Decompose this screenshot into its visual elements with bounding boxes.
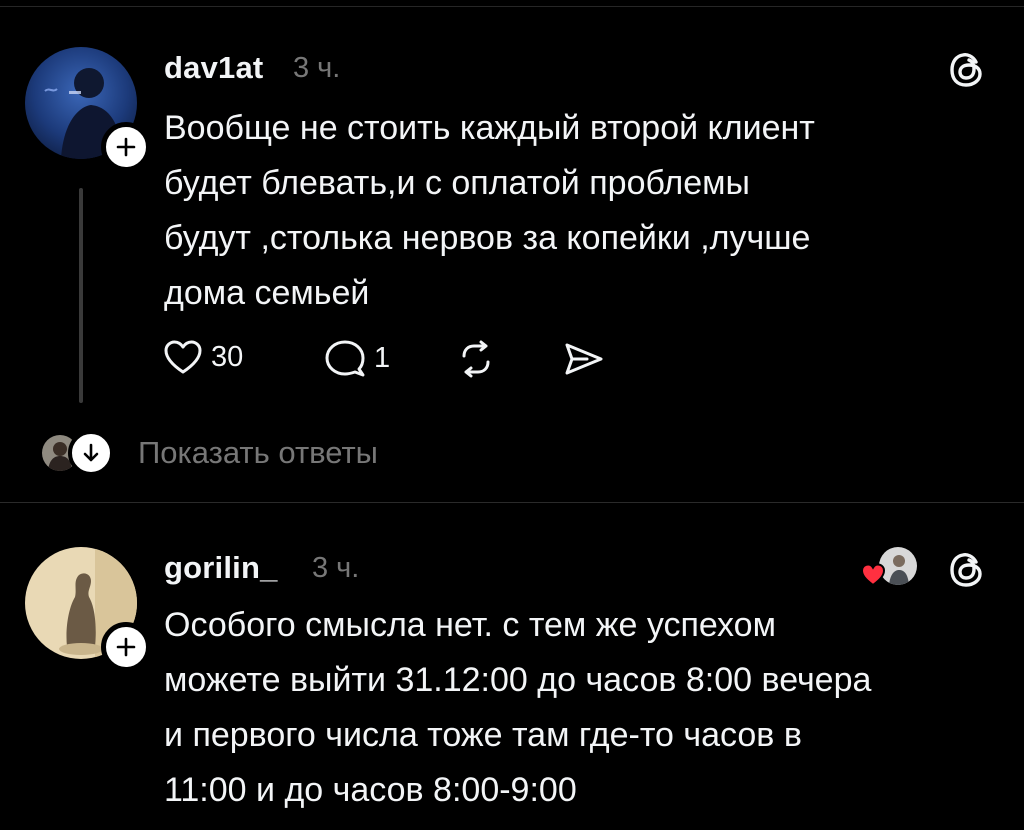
repost-icon [462, 340, 490, 378]
post-time: 3 ч. [293, 52, 341, 84]
follow-button[interactable] [101, 622, 151, 672]
post-text: Особого смысла нет. с тем же успехом мож… [164, 606, 872, 809]
expand-replies-button[interactable] [68, 430, 114, 476]
comment-button[interactable]: 1 [324, 338, 390, 378]
username[interactable]: dav1at [164, 50, 263, 86]
share-icon [565, 343, 603, 375]
comment-icon [325, 340, 365, 377]
share-button[interactable] [563, 340, 605, 378]
plus-icon [116, 637, 136, 657]
post-time: 3 ч. [312, 552, 360, 584]
comment-count: 1 [374, 341, 391, 374]
post: dav1at 3 ч. Вообще не стоить каждый втор… [0, 0, 1024, 500]
username[interactable]: gorilin_ [164, 550, 278, 586]
plus-icon [116, 137, 136, 157]
arrow-down-icon [83, 443, 99, 462]
like-count: 30 [211, 340, 244, 373]
show-replies-link[interactable]: Показать ответы [138, 435, 378, 471]
heart-badge-icon [860, 563, 886, 587]
follow-button[interactable] [101, 122, 151, 172]
show-replies-row[interactable]: Показать ответы [42, 430, 378, 476]
threads-icon[interactable] [945, 548, 989, 592]
thread-line [79, 188, 83, 403]
heart-icon [164, 340, 202, 374]
threads-icon[interactable] [945, 48, 989, 92]
post: gorilin_ 3 ч. Особого смысла нет. с тем … [0, 505, 1024, 830]
post-text: Вообще не стоить каждый второй клиент бу… [164, 109, 815, 312]
like-button[interactable]: 30 [163, 338, 243, 376]
post-divider [0, 502, 1024, 503]
repost-button[interactable] [456, 340, 496, 378]
